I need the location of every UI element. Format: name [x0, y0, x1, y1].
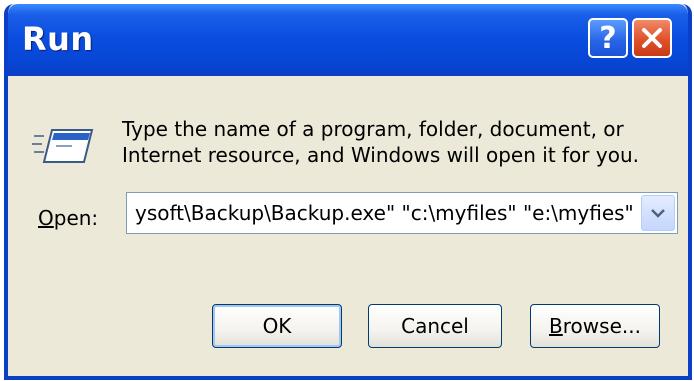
- open-input[interactable]: ysoft\Backup\Backup.exe" "c:\myfiles" "e…: [135, 193, 635, 233]
- open-combobox[interactable]: ysoft\Backup\Backup.exe" "c:\myfiles" "e…: [126, 192, 678, 234]
- ok-button[interactable]: OK: [212, 304, 342, 348]
- run-icon: [32, 129, 94, 163]
- open-label-text: pen:: [53, 206, 99, 230]
- help-button[interactable]: ?: [588, 18, 628, 58]
- chevron-down-icon: [651, 209, 665, 218]
- open-label: Open:: [38, 206, 98, 230]
- run-dialog: Run ? Type the name of a program, folder…: [4, 4, 692, 380]
- dropdown-button[interactable]: [641, 195, 675, 231]
- browse-button[interactable]: Browse...: [530, 304, 660, 348]
- instruction-text: Type the name of a program, folder, docu…: [122, 117, 639, 167]
- close-button[interactable]: [632, 18, 672, 58]
- close-icon: [642, 28, 662, 48]
- title-bar[interactable]: Run ?: [8, 4, 688, 76]
- browse-label: rowse...: [562, 314, 641, 338]
- help-icon: ?: [599, 20, 617, 56]
- window-title: Run: [22, 20, 94, 58]
- dialog-body: Type the name of a program, folder, docu…: [8, 76, 688, 376]
- browse-mnemonic: B: [549, 314, 563, 338]
- open-label-mnemonic: O: [38, 206, 54, 230]
- cancel-button[interactable]: Cancel: [368, 304, 502, 348]
